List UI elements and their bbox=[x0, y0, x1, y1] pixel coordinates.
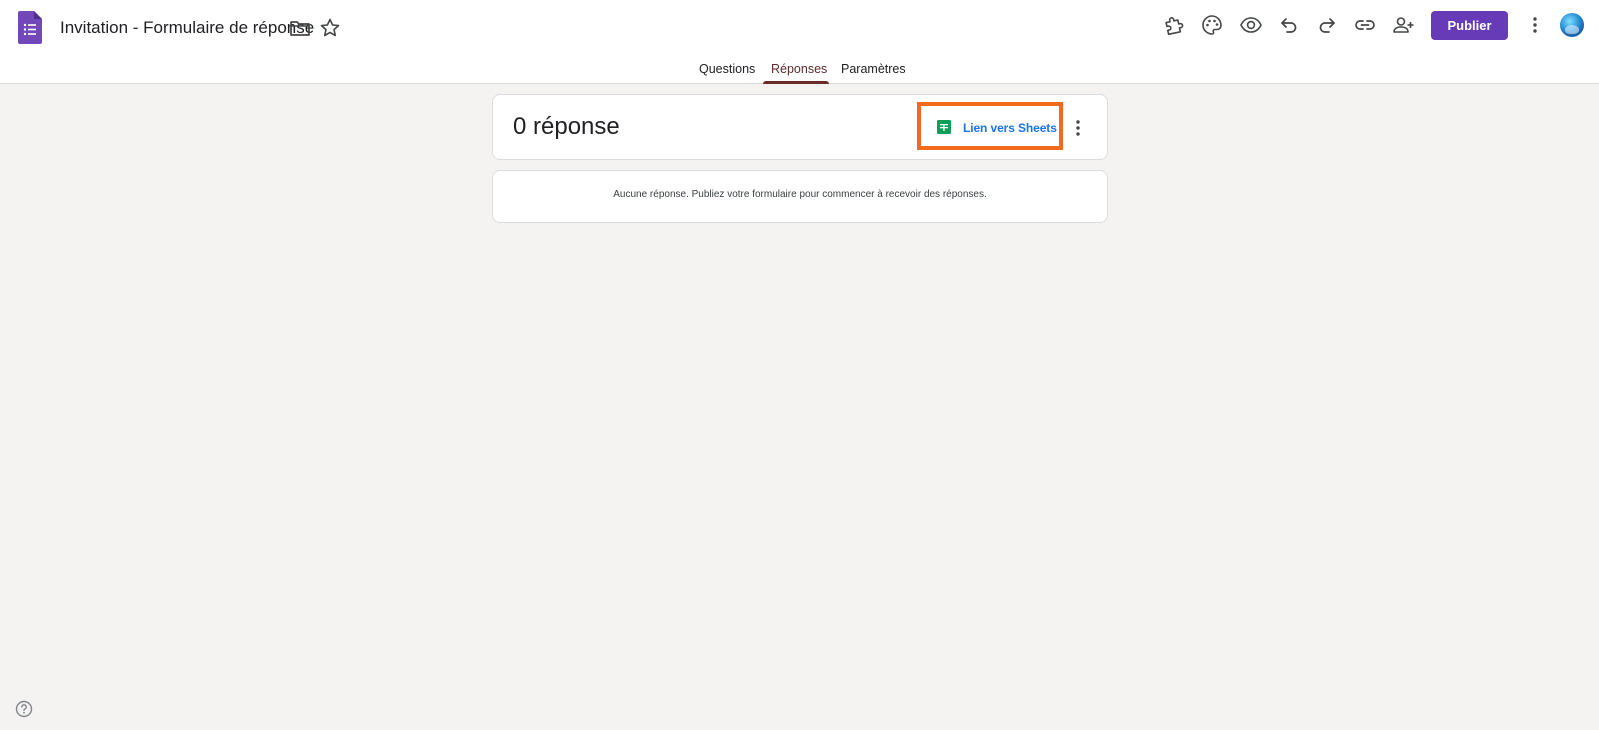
tab-questions[interactable]: Questions bbox=[699, 62, 755, 84]
forms-logo-icon[interactable] bbox=[18, 11, 42, 44]
link-to-sheets-label: Lien vers Sheets bbox=[963, 121, 1057, 135]
link-icon[interactable] bbox=[1353, 13, 1377, 37]
add-collaborator-icon[interactable] bbox=[1391, 13, 1415, 37]
addon-puzzle-icon[interactable] bbox=[1162, 13, 1186, 37]
empty-state-message: Aucune réponse. Publiez votre formulaire… bbox=[613, 189, 987, 200]
tab-settings[interactable]: Paramètres bbox=[841, 62, 906, 84]
star-icon[interactable] bbox=[318, 16, 342, 40]
responses-summary-card: 0 réponse Lien vers Sheets bbox=[492, 94, 1108, 160]
redo-icon[interactable] bbox=[1315, 13, 1339, 37]
preview-eye-icon[interactable] bbox=[1239, 13, 1263, 37]
avatar[interactable] bbox=[1560, 13, 1584, 37]
more-options-icon[interactable] bbox=[1066, 116, 1090, 140]
publish-button[interactable]: Publier bbox=[1431, 11, 1508, 40]
link-to-sheets-button[interactable]: Lien vers Sheets bbox=[917, 102, 1063, 150]
empty-state-card: Aucune réponse. Publiez votre formulaire… bbox=[492, 170, 1108, 223]
active-tab-indicator bbox=[763, 81, 829, 84]
help-icon[interactable] bbox=[15, 700, 33, 718]
undo-icon[interactable] bbox=[1277, 13, 1301, 37]
response-count: 0 réponse bbox=[513, 113, 620, 140]
palette-icon[interactable] bbox=[1200, 13, 1224, 37]
sheets-icon bbox=[937, 120, 951, 134]
more-vert-icon[interactable] bbox=[1523, 13, 1547, 37]
folder-icon[interactable] bbox=[288, 16, 312, 40]
top-bar: Invitation - Formulaire de réponse Publi… bbox=[0, 0, 1599, 84]
tab-bar: Questions Réponses Paramètres bbox=[0, 56, 1599, 84]
form-title[interactable]: Invitation - Formulaire de réponse bbox=[60, 17, 314, 39]
